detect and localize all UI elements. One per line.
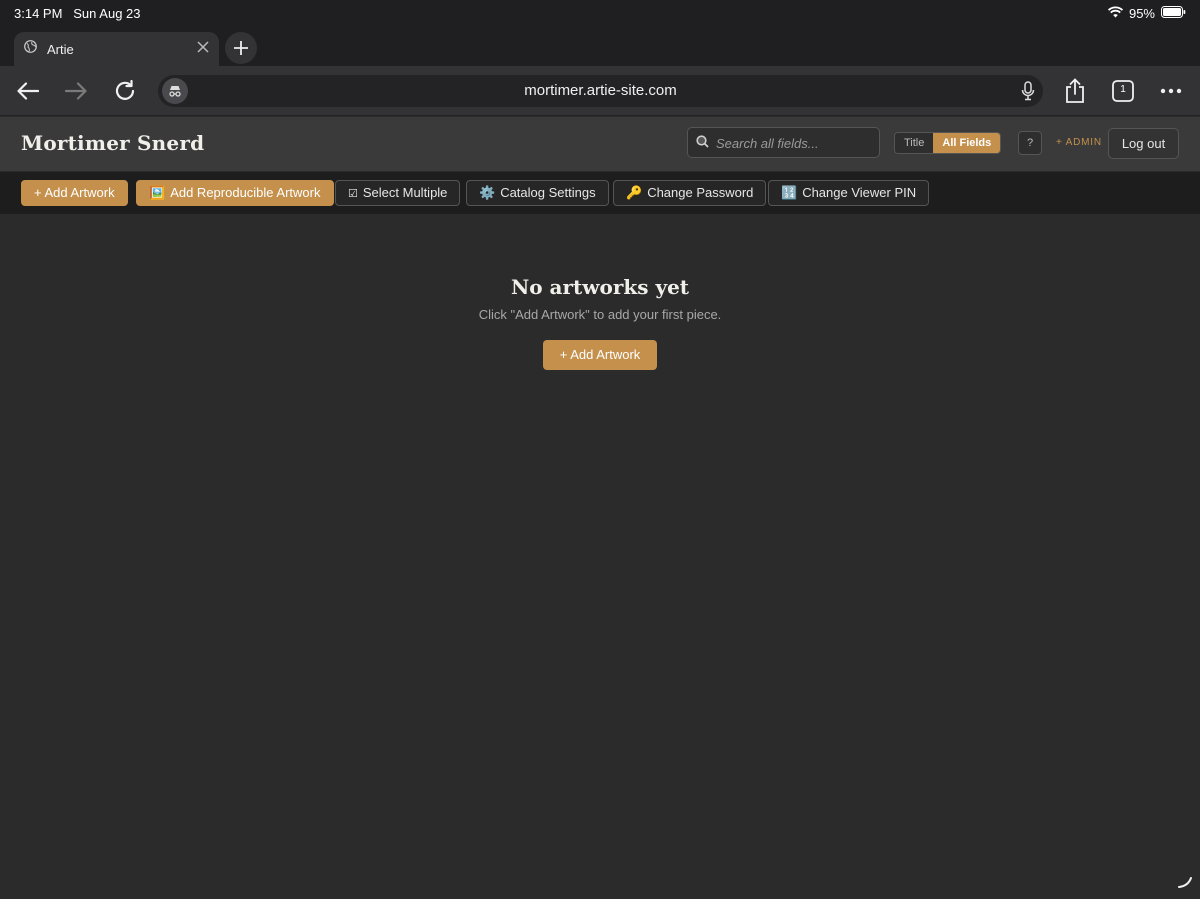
back-arrow-icon <box>17 82 39 100</box>
browser-chrome: 3:14 PM Sun Aug 23 95% Artie <box>0 0 1200 66</box>
change-viewer-pin-button[interactable]: 🔢 Change Viewer PIN <box>768 180 930 206</box>
address-bar[interactable]: mortimer.artie-site.com <box>158 75 1043 107</box>
add-artwork-button[interactable]: + Add Artwork <box>21 180 128 206</box>
select-multiple-button[interactable]: ☑ Select Multiple <box>335 180 461 206</box>
tab-overview-button[interactable]: 1 <box>1110 78 1136 104</box>
forward-button[interactable] <box>63 78 89 104</box>
add-reproducible-artwork-button[interactable]: 🖼️ Add Reproducible Artwork <box>136 180 334 206</box>
empty-state-add-artwork-button[interactable]: + Add Artwork <box>543 340 657 370</box>
search-input[interactable] <box>716 133 874 153</box>
catalog-settings-button[interactable]: ⚙️ Catalog Settings <box>466 180 609 206</box>
change-password-label: Change Password <box>647 185 754 200</box>
empty-state-title: No artworks yet <box>510 275 690 299</box>
key-icon: 🔑 <box>626 185 643 200</box>
close-tab-icon[interactable] <box>197 40 209 58</box>
new-tab-button[interactable] <box>225 32 257 64</box>
clock: 3:14 PM <box>14 6 63 21</box>
more-options-button[interactable] <box>1158 78 1184 104</box>
reload-icon <box>115 80 135 100</box>
share-button[interactable] <box>1062 78 1088 104</box>
reload-button[interactable] <box>112 78 138 104</box>
admin-link[interactable]: + ADMIN <box>1056 137 1102 148</box>
app-header: Mortimer Snerd Title All Fields ? + ADMI… <box>0 117 1200 172</box>
catalog-settings-label: Catalog Settings <box>500 185 596 200</box>
checkbox-icon: ☑ <box>348 188 358 200</box>
action-toolbar: + Add Artwork 🖼️ Add Reproducible Artwork… <box>0 172 1200 214</box>
gear-icon: ⚙️ <box>479 185 496 200</box>
battery-icon <box>1161 6 1186 21</box>
status-bar-right: 95% <box>1107 6 1186 21</box>
help-button[interactable]: ? <box>1018 131 1042 155</box>
browser-tab[interactable]: Artie <box>14 32 219 66</box>
change-viewer-pin-label: Change Viewer PIN <box>802 185 917 200</box>
back-button[interactable] <box>15 78 41 104</box>
battery-percent: 95% <box>1128 6 1155 21</box>
scope-all-fields-option[interactable]: All Fields <box>933 133 1001 153</box>
site-title: Mortimer Snerd <box>21 131 205 155</box>
numbers-icon: 🔢 <box>781 185 798 200</box>
date: Sun Aug 23 <box>73 6 141 21</box>
search-field[interactable] <box>687 127 880 158</box>
add-reproducible-label: Add Reproducible Artwork <box>170 185 321 200</box>
scope-title-option[interactable]: Title <box>895 133 934 153</box>
microphone-icon[interactable] <box>1021 81 1035 106</box>
browser-toolbar: mortimer.artie-site.com 1 <box>0 66 1200 116</box>
tab-title: Artie <box>47 41 74 57</box>
ellipsis-icon <box>1160 88 1182 94</box>
empty-state-subtitle: Click "Add Artwork" to add your first pi… <box>478 307 722 322</box>
change-password-button[interactable]: 🔑 Change Password <box>613 180 767 206</box>
logout-button[interactable]: Log out <box>1108 128 1179 159</box>
tab-count: 1 <box>1120 84 1126 95</box>
share-icon <box>1066 78 1084 103</box>
plus-icon <box>234 41 248 55</box>
search-scope-toggle: Title All Fields <box>894 132 1002 154</box>
framed-picture-icon: 🖼️ <box>149 185 166 200</box>
url-text: mortimer.artie-site.com <box>524 82 677 99</box>
globe-icon <box>24 40 37 58</box>
scroll-indicator-icon <box>1178 875 1192 893</box>
select-multiple-label: Select Multiple <box>362 185 448 200</box>
search-icon <box>696 135 709 153</box>
status-bar-time: 3:14 PM Sun Aug 23 <box>14 6 141 21</box>
wifi-icon <box>1107 6 1123 21</box>
forward-arrow-icon <box>65 82 87 100</box>
